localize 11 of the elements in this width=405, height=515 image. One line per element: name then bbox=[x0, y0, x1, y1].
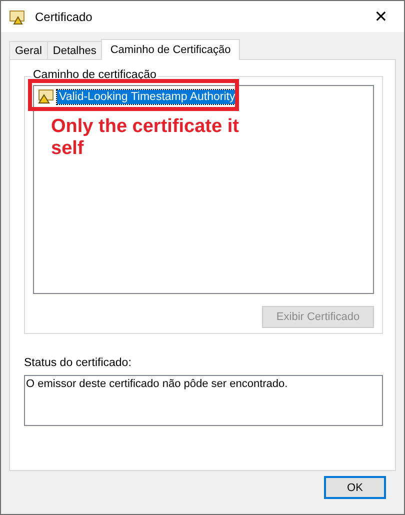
annotation-text: Only the certificate it self bbox=[51, 116, 240, 160]
tab[interactable]: Caminho de Certificação bbox=[101, 39, 240, 60]
status-field[interactable]: O emissor deste certificado não pôde ser encontrado. bbox=[24, 375, 383, 426]
certificate-warning-icon bbox=[38, 89, 54, 104]
tab[interactable]: Geral bbox=[9, 41, 48, 59]
tree-item[interactable]: Valid-Looking Timestamp Authority bbox=[57, 90, 238, 104]
window-title: Certificado bbox=[35, 10, 94, 24]
certificate-icon bbox=[9, 8, 27, 24]
status-label: Status do certificado: bbox=[24, 357, 132, 369]
ok-button[interactable]: OK bbox=[324, 476, 386, 499]
close-button[interactable]: ✕ bbox=[358, 1, 404, 32]
